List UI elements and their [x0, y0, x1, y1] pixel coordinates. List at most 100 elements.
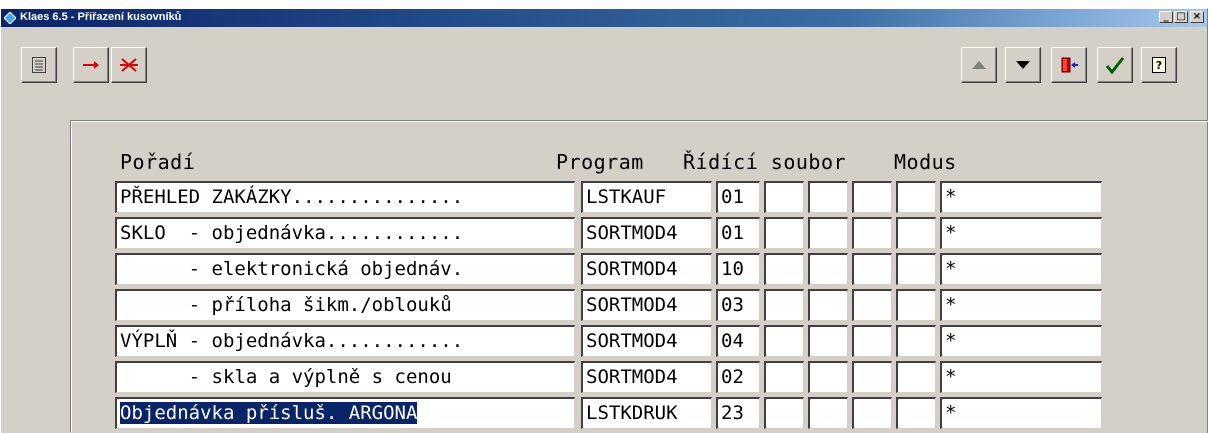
- poradi-field-value: VÝPLŇ - objednávka............: [120, 330, 464, 352]
- program-field[interactable]: SORTMOD4: [581, 325, 712, 357]
- exit-button[interactable]: [1051, 47, 1087, 83]
- delete-button[interactable]: [111, 47, 147, 83]
- poradi-field-value: - skla a výplně s cenou: [120, 366, 452, 388]
- soubor-field-2[interactable]: [808, 289, 848, 321]
- modus-field-value: *: [945, 294, 957, 316]
- soubor-field-4[interactable]: [896, 181, 936, 213]
- code-field[interactable]: 03: [716, 289, 760, 321]
- poradi-field-value: PŘEHLED ZAKÁZKY...............: [120, 186, 464, 208]
- modus-field[interactable]: *: [940, 289, 1102, 321]
- soubor-field-1[interactable]: [764, 361, 804, 393]
- code-field[interactable]: 10: [716, 253, 760, 285]
- soubor-field-3[interactable]: [852, 397, 892, 429]
- modus-field-value: *: [945, 330, 957, 352]
- modus-field[interactable]: *: [940, 181, 1102, 213]
- title-bar[interactable]: Klaes 6.5 - Přiřazení kusovníků _ □ ×: [1, 9, 1207, 27]
- confirm-button[interactable]: [1097, 47, 1133, 83]
- soubor-field-2[interactable]: [808, 325, 848, 357]
- program-field-value: SORTMOD4: [586, 222, 678, 244]
- poradi-field[interactable]: SKLO - objednávka............: [115, 217, 575, 249]
- program-field[interactable]: SORTMOD4: [581, 361, 712, 393]
- code-field-value: 01: [721, 222, 744, 244]
- delete-icon: [120, 58, 138, 72]
- remove-button[interactable]: [73, 47, 109, 83]
- poradi-field[interactable]: - elektronická objednáv.: [115, 253, 575, 285]
- soubor-field-4[interactable]: [896, 397, 936, 429]
- poradi-field[interactable]: - příloha šikm./oblouků: [115, 289, 575, 321]
- poradi-field-value: - elektronická objednáv.: [120, 258, 464, 280]
- code-field-value: 03: [721, 294, 744, 316]
- program-field-value: LSTKAUF: [586, 186, 667, 208]
- soubor-field-1[interactable]: [764, 289, 804, 321]
- soubor-field-1[interactable]: [764, 217, 804, 249]
- exit-door-icon: [1061, 57, 1078, 73]
- program-field[interactable]: SORTMOD4: [581, 289, 712, 321]
- program-field[interactable]: LSTKAUF: [581, 181, 712, 213]
- header-program: Program: [556, 150, 644, 174]
- soubor-field-4[interactable]: [896, 325, 936, 357]
- modus-field[interactable]: *: [940, 325, 1102, 357]
- arrow-up-icon: [972, 61, 986, 69]
- soubor-field-4[interactable]: [896, 253, 936, 285]
- program-field-value: SORTMOD4: [586, 294, 678, 316]
- modus-field[interactable]: *: [940, 217, 1102, 249]
- program-field[interactable]: SORTMOD4: [581, 217, 712, 249]
- code-field[interactable]: 02: [716, 361, 760, 393]
- poradi-field[interactable]: VÝPLŇ - objednávka............: [115, 325, 575, 357]
- modus-field[interactable]: *: [940, 253, 1102, 285]
- soubor-field-3[interactable]: [852, 253, 892, 285]
- checkmark-icon: [1105, 57, 1125, 74]
- soubor-field-1[interactable]: [764, 325, 804, 357]
- poradi-field[interactable]: - skla a výplně s cenou: [115, 361, 575, 393]
- soubor-field-4[interactable]: [896, 289, 936, 321]
- code-field[interactable]: 01: [716, 217, 760, 249]
- code-field-value: 04: [721, 330, 744, 352]
- list-icon: [32, 57, 46, 73]
- close-button[interactable]: ×: [1190, 11, 1204, 23]
- program-field-value: SORTMOD4: [586, 258, 678, 280]
- program-field[interactable]: LSTKDRUK: [581, 397, 712, 429]
- move-down-button[interactable]: [1005, 47, 1041, 83]
- maximize-button[interactable]: □: [1174, 11, 1188, 23]
- code-field[interactable]: 23: [716, 397, 760, 429]
- soubor-field-2[interactable]: [808, 253, 848, 285]
- move-up-button[interactable]: [961, 47, 997, 83]
- soubor-field-1[interactable]: [764, 181, 804, 213]
- help-button[interactable]: ?: [1141, 47, 1177, 83]
- poradi-field[interactable]: Objednávka přísluš. ARGONA: [115, 397, 575, 429]
- soubor-field-2[interactable]: [808, 181, 848, 213]
- code-field-value: 10: [721, 258, 744, 280]
- poradi-field-value: - příloha šikm./oblouků: [120, 294, 452, 316]
- code-field-value: 02: [721, 366, 744, 388]
- soubor-field-3[interactable]: [852, 181, 892, 213]
- modus-field[interactable]: *: [940, 397, 1102, 429]
- code-field[interactable]: 01: [716, 181, 760, 213]
- soubor-field-3[interactable]: [852, 361, 892, 393]
- soubor-field-3[interactable]: [852, 325, 892, 357]
- minimize-button[interactable]: _: [1159, 11, 1173, 23]
- list-button[interactable]: [21, 47, 57, 83]
- header-modus: Modus: [894, 150, 957, 174]
- soubor-field-4[interactable]: [896, 217, 936, 249]
- modus-field-value: *: [945, 366, 957, 388]
- code-field[interactable]: 04: [716, 325, 760, 357]
- svg-text:?: ?: [1156, 59, 1162, 72]
- program-field-value: SORTMOD4: [586, 330, 678, 352]
- app-icon: [4, 12, 16, 24]
- soubor-field-2[interactable]: [808, 217, 848, 249]
- modus-field[interactable]: *: [940, 361, 1102, 393]
- soubor-field-2[interactable]: [808, 397, 848, 429]
- soubor-field-3[interactable]: [852, 289, 892, 321]
- soubor-field-1[interactable]: [764, 253, 804, 285]
- window-title: Klaes 6.5 - Přiřazení kusovníků: [20, 11, 182, 23]
- soubor-field-2[interactable]: [808, 361, 848, 393]
- poradi-field[interactable]: PŘEHLED ZAKÁZKY...............: [115, 181, 575, 213]
- program-field-value: LSTKDRUK: [586, 402, 678, 424]
- poradi-field-value: SKLO - objednávka............: [120, 222, 464, 244]
- code-field-value: 01: [721, 186, 744, 208]
- soubor-field-3[interactable]: [852, 217, 892, 249]
- header-poradi: Pořadí: [120, 150, 196, 174]
- program-field[interactable]: SORTMOD4: [581, 253, 712, 285]
- soubor-field-4[interactable]: [896, 361, 936, 393]
- soubor-field-1[interactable]: [764, 397, 804, 429]
